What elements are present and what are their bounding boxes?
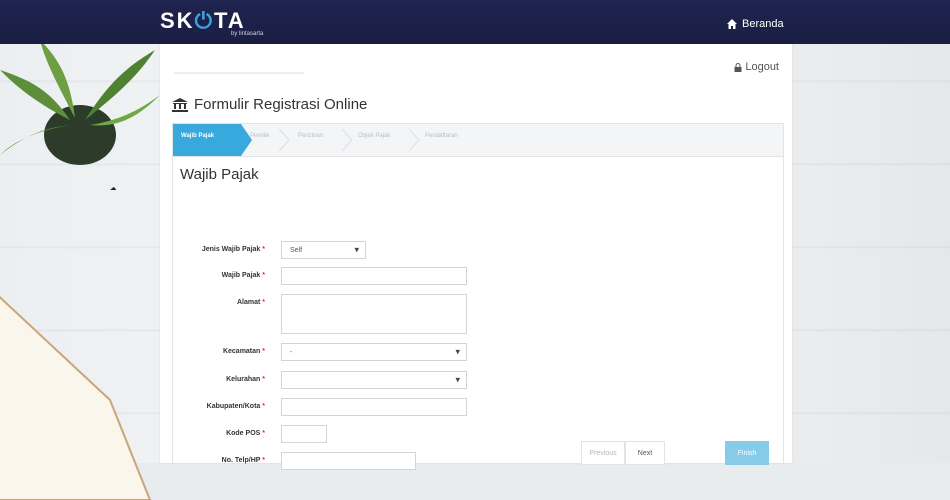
kelurahan-select[interactable] bbox=[281, 371, 467, 389]
jenis-wajib-pajak-select[interactable]: Self bbox=[281, 241, 366, 259]
plant-decoration bbox=[0, 40, 160, 190]
alamat-label: Alamat * bbox=[236, 299, 265, 306]
logout-link[interactable]: Logout bbox=[734, 61, 779, 73]
wizard-step-pendaftaran[interactable]: Pendaftaran bbox=[425, 124, 458, 156]
kecamatan-select[interactable]: - bbox=[281, 343, 467, 361]
next-button[interactable]: Next bbox=[625, 441, 665, 465]
jenis-wajib-pajak-label: Jenis Wajib Pajak * bbox=[201, 246, 265, 253]
power-icon: ⏻ bbox=[194, 8, 214, 33]
notebook-decoration bbox=[0, 295, 152, 500]
main-panel: Logout Formulir Registrasi Online Wajib … bbox=[160, 44, 792, 470]
previous-button[interactable]: Previous bbox=[581, 441, 625, 465]
faint-divider bbox=[174, 72, 304, 74]
chevron-right-icon bbox=[278, 129, 290, 151]
wizard-step-objek-pajak[interactable]: Objek Pajak bbox=[358, 124, 390, 156]
wizard-steps: Wajib Pajak Pemilik Perizinan Objek Paja… bbox=[173, 124, 783, 157]
logout-label: Logout bbox=[745, 61, 779, 73]
page-title: Formulir Registrasi Online bbox=[172, 96, 367, 113]
home-link-label: Beranda bbox=[742, 18, 784, 30]
kecamatan-label: Kecamatan * bbox=[222, 348, 265, 355]
wajib-pajak-input[interactable] bbox=[281, 267, 467, 285]
page-title-text: Formulir Registrasi Online bbox=[194, 96, 368, 113]
wajib-pajak-label: Wajib Pajak * bbox=[221, 272, 265, 279]
kabupaten-kota-input[interactable] bbox=[281, 398, 467, 416]
alamat-textarea[interactable] bbox=[281, 294, 467, 334]
finish-button[interactable]: Finish bbox=[725, 441, 769, 465]
chevron-right-icon bbox=[408, 129, 420, 151]
lock-icon bbox=[734, 62, 742, 72]
institution-icon bbox=[172, 97, 188, 112]
wizard-step-perizinan[interactable]: Perizinan bbox=[298, 124, 323, 156]
top-navbar: SK⏻TA by lintasarta Beranda bbox=[0, 0, 950, 44]
chevron-right-icon bbox=[341, 129, 353, 151]
kode-pos-label: Kode POS * bbox=[226, 430, 265, 437]
wizard-step-pemilik[interactable]: Pemilik bbox=[250, 124, 269, 156]
kelurahan-label: Kelurahan * bbox=[226, 376, 265, 383]
no-telp-input[interactable] bbox=[281, 452, 416, 470]
kode-pos-input[interactable] bbox=[281, 425, 327, 443]
section-title: Wajib Pajak bbox=[180, 166, 259, 183]
kabupaten-kota-label: Kabupaten/Kota * bbox=[206, 403, 265, 410]
wizard-step-wajib-pajak[interactable]: Wajib Pajak bbox=[173, 124, 252, 156]
home-link[interactable]: Beranda bbox=[726, 18, 784, 30]
brand-tagline: by lintasarta bbox=[231, 31, 264, 37]
home-icon bbox=[727, 19, 737, 29]
registration-wizard: Wajib Pajak Pemilik Perizinan Objek Paja… bbox=[172, 123, 784, 470]
